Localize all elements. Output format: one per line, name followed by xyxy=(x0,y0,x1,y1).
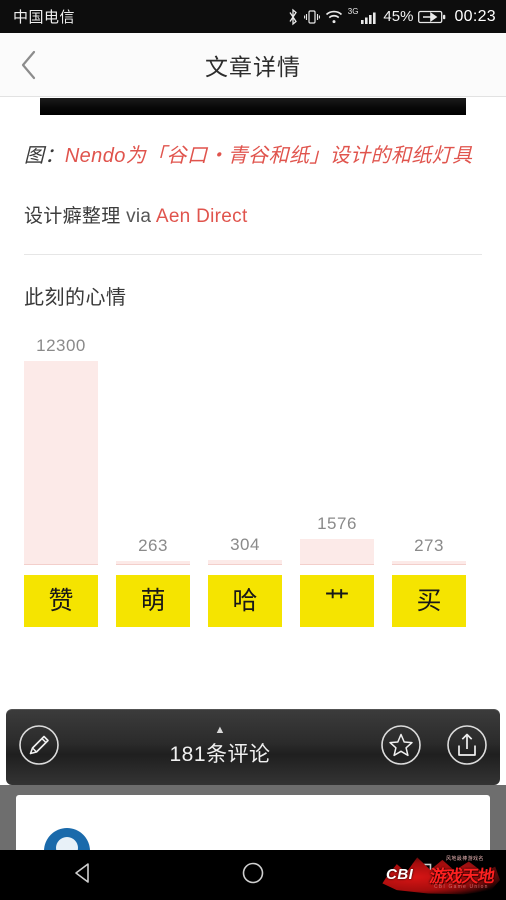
battery-charging-icon xyxy=(418,9,446,25)
vibrate-icon xyxy=(303,8,320,26)
android-nav-bar xyxy=(0,850,506,900)
caption-lead: 图： xyxy=(24,145,65,167)
article-image-bottom xyxy=(40,98,466,115)
byline-source-link[interactable]: Aen Direct xyxy=(156,206,248,227)
reaction-button-mai[interactable]: 买 xyxy=(392,575,466,627)
bar-value-label: 1576 xyxy=(317,514,357,533)
byline-prefix: 设计癖整理 xyxy=(24,206,121,227)
battery-percent-label: 45% xyxy=(383,8,414,25)
reaction-button-cao[interactable]: 艹 xyxy=(300,575,374,627)
star-circle-icon xyxy=(379,723,423,772)
comment-count-button[interactable]: ▲ 181条评论 xyxy=(72,709,368,785)
bar-rect xyxy=(24,361,98,565)
square-recents-icon xyxy=(409,860,435,891)
network-type-label: 3G xyxy=(347,7,359,16)
article-byline: 设计癖整理 via Aen Direct xyxy=(24,201,482,228)
chart-bar-2: 304 xyxy=(208,332,282,565)
chart-bar-4: 273 xyxy=(392,332,466,565)
reaction-label: 哈 xyxy=(232,586,258,615)
signal-icon xyxy=(360,8,378,26)
wifi-icon xyxy=(325,8,343,26)
bar-value-label: 12300 xyxy=(36,336,86,355)
reaction-button-zan[interactable]: 赞 xyxy=(24,575,98,627)
clock-label: 00:23 xyxy=(454,7,496,25)
reaction-label: 艹 xyxy=(324,586,350,615)
triangle-back-icon xyxy=(71,860,97,891)
nav-recents-button[interactable] xyxy=(377,850,467,900)
bar-rect xyxy=(300,539,374,565)
bar-value-label: 304 xyxy=(230,535,260,554)
article-scroll-area[interactable]: 图：Nendo为「谷口・青谷和纸」设计的和纸灯具 设计癖整理 via Aen D… xyxy=(0,98,506,705)
chart-bar-1: 263 xyxy=(116,332,190,565)
bar-value-label: 263 xyxy=(138,536,168,555)
mood-bar-chart: 12300 263 304 1576 273 xyxy=(24,332,482,565)
pencil-circle-icon xyxy=(17,723,61,772)
nav-back-button[interactable] xyxy=(39,850,129,900)
status-icons: 3G 45% 00:23 xyxy=(287,7,496,26)
byline-via: via xyxy=(126,206,152,227)
bluetooth-icon xyxy=(287,8,299,26)
image-caption: 图：Nendo为「谷口・青谷和纸」设计的和纸灯具 xyxy=(24,137,482,175)
back-button[interactable] xyxy=(0,33,58,97)
nav-home-button[interactable] xyxy=(208,850,298,900)
bottom-action-bar: ▲ 181条评论 xyxy=(6,709,500,785)
page-title: 文章详情 xyxy=(205,53,301,80)
share-button[interactable] xyxy=(434,709,500,785)
reaction-button-ha[interactable]: 哈 xyxy=(208,575,282,627)
chart-bar-3: 1576 xyxy=(300,332,374,565)
circle-home-icon xyxy=(240,860,266,891)
chart-bar-0: 12300 xyxy=(24,332,98,565)
bar-value-label: 273 xyxy=(414,536,444,555)
phone-screen: 中国电信 3G 45% 00:23 文章详情 图：Nendo为「谷口・青谷和纸」… xyxy=(0,0,506,900)
favorite-button[interactable] xyxy=(368,709,434,785)
section-divider xyxy=(24,254,482,255)
bar-rect xyxy=(116,561,190,565)
reaction-button-row: 赞 萌 哈 艹 买 xyxy=(24,575,482,627)
compose-comment-button[interactable] xyxy=(6,709,72,785)
reaction-label: 赞 xyxy=(48,586,74,615)
share-circle-icon xyxy=(445,723,489,772)
bar-rect xyxy=(392,561,466,565)
title-bar: 文章详情 xyxy=(0,33,506,97)
comment-count-label: 181条评论 xyxy=(169,743,271,766)
reaction-label: 买 xyxy=(416,586,442,615)
caption-text: Nendo为「谷口・青谷和纸」设计的和纸灯具 xyxy=(64,145,473,167)
action-bar-right-icons xyxy=(368,709,500,785)
bar-rect xyxy=(208,560,282,565)
mood-section-heading: 此刻的心情 xyxy=(24,287,127,309)
carrier-label: 中国电信 xyxy=(13,9,76,26)
reaction-button-meng[interactable]: 萌 xyxy=(116,575,190,627)
chevron-left-icon xyxy=(19,49,39,81)
caret-up-icon: ▲ xyxy=(214,724,226,736)
reaction-label: 萌 xyxy=(140,586,166,615)
status-bar: 中国电信 3G 45% 00:23 xyxy=(0,0,506,33)
